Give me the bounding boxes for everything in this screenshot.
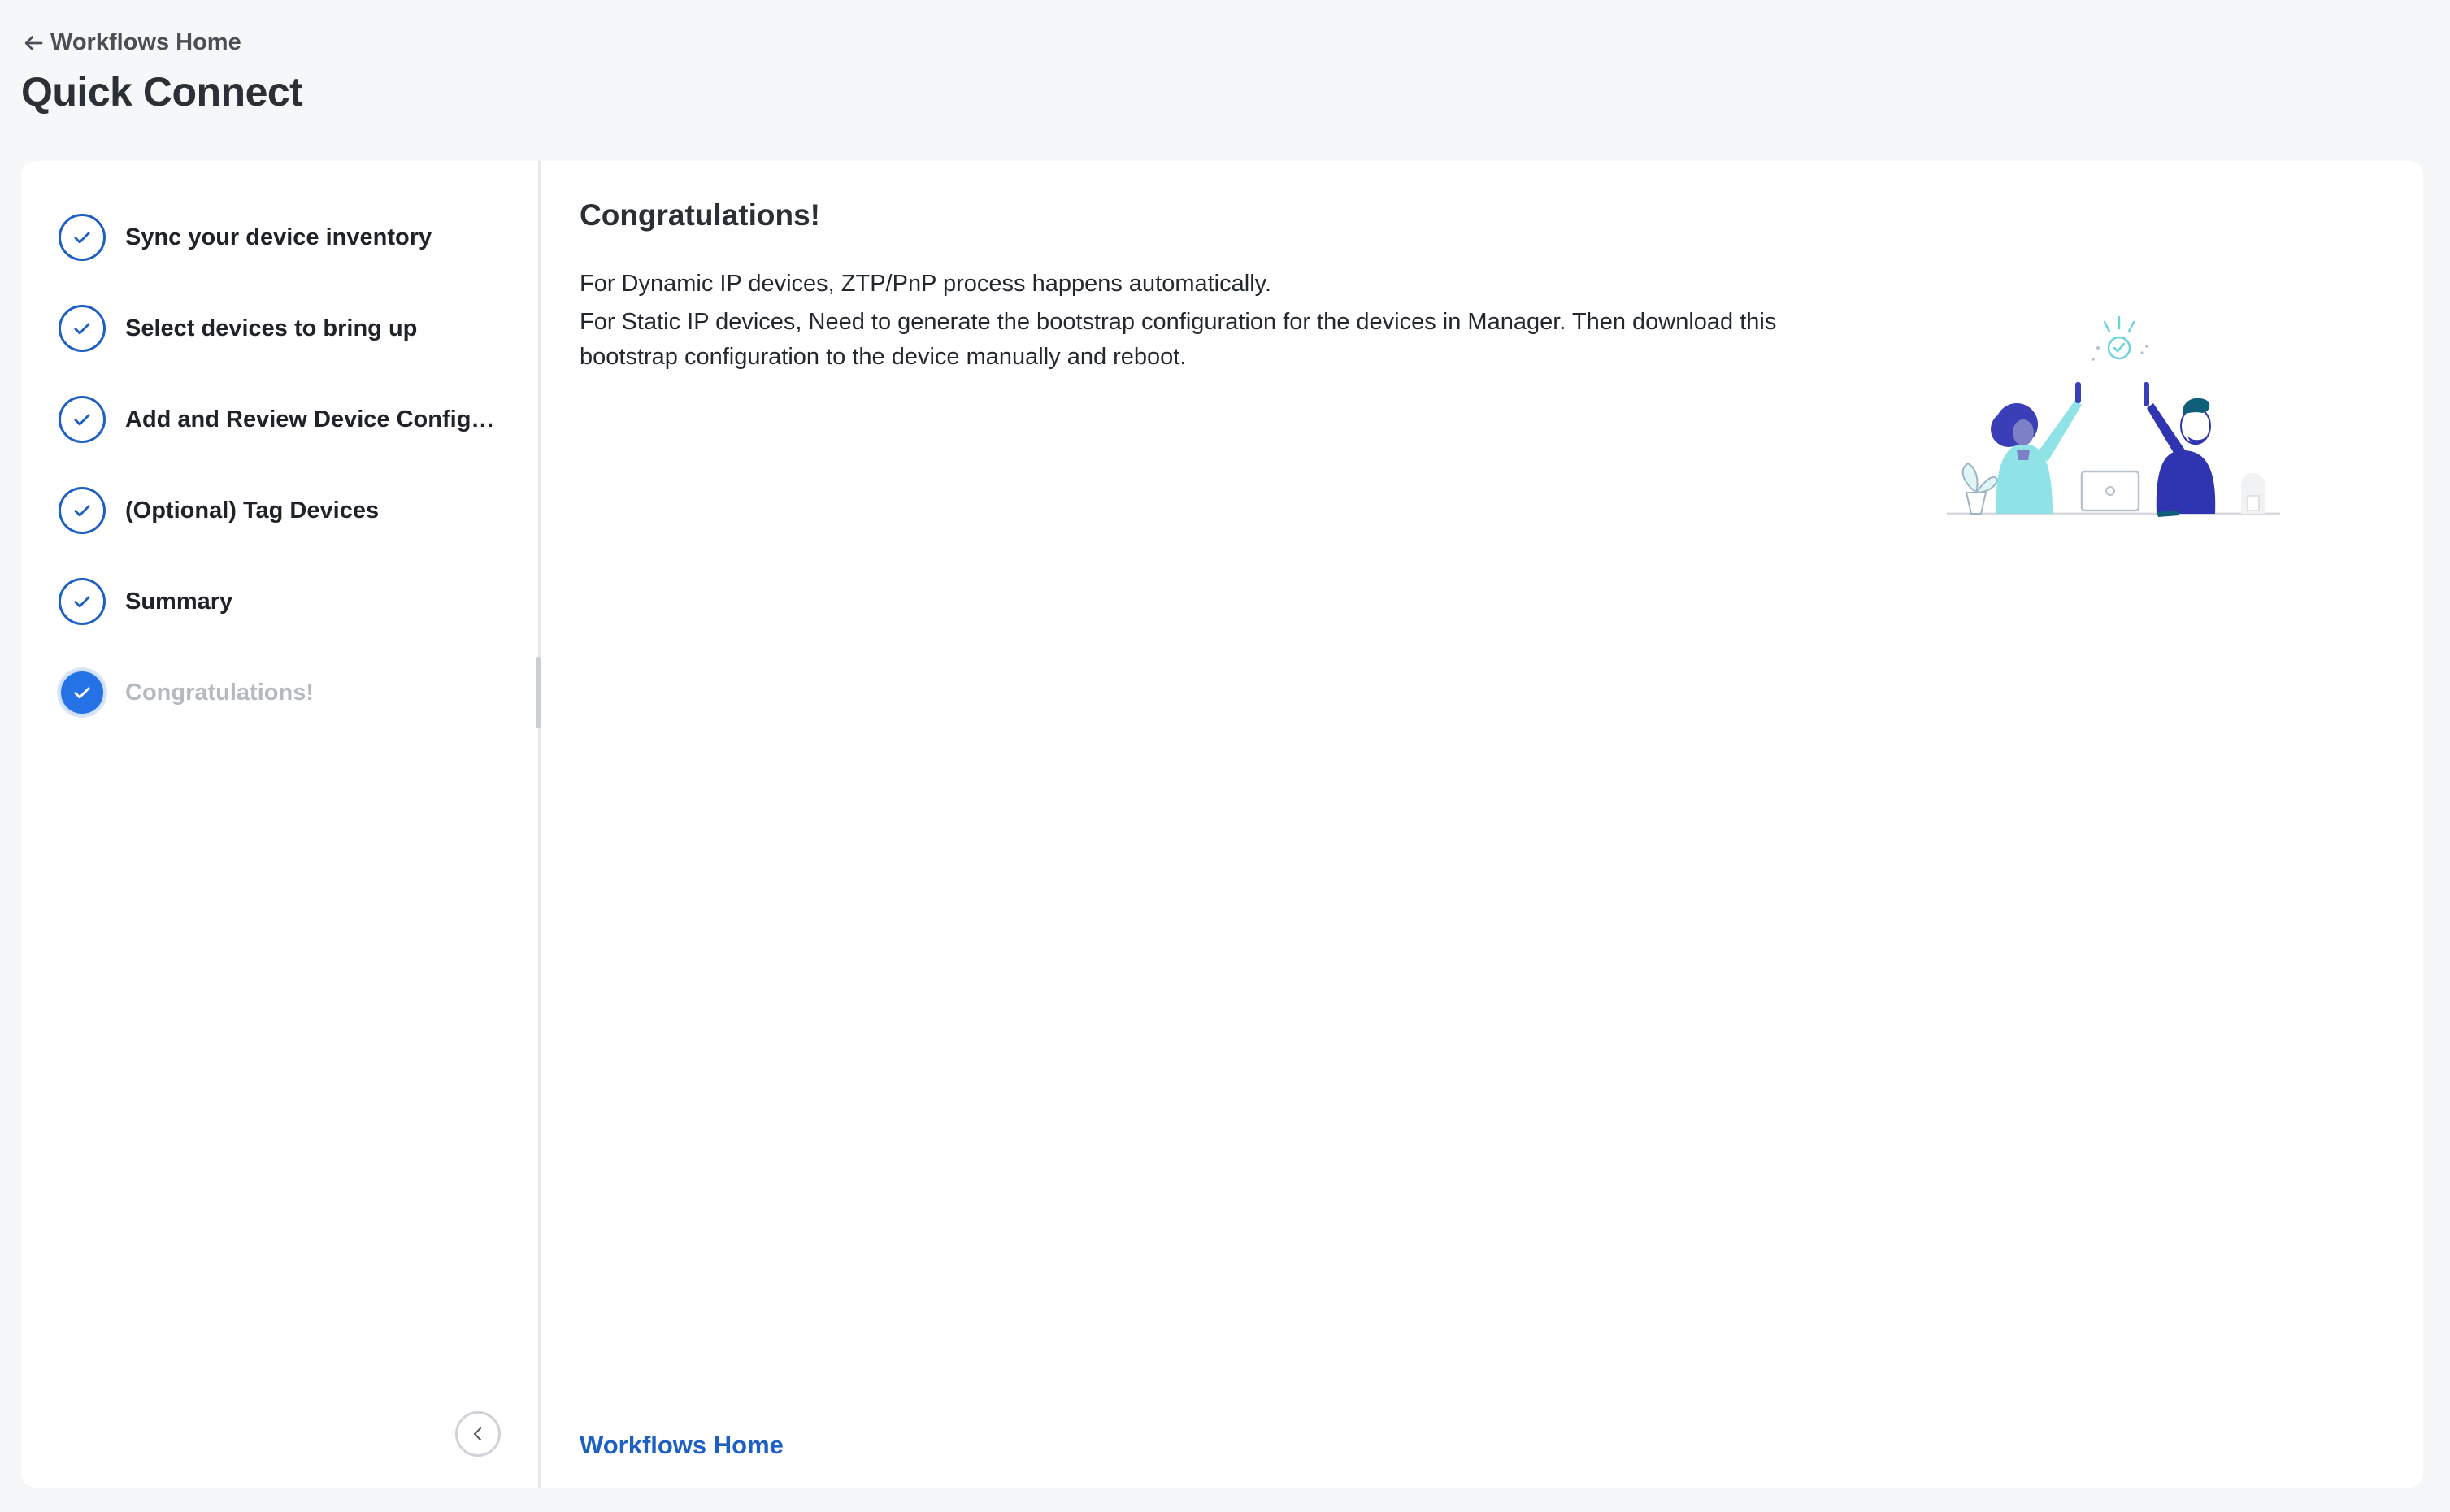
check-icon bbox=[74, 687, 90, 699]
step-status-circle-active bbox=[59, 669, 106, 716]
celebration-check-badge bbox=[2092, 315, 2148, 361]
step-congratulations[interactable]: Congratulations! bbox=[59, 668, 530, 717]
workflows-home-link[interactable]: Workflows Home bbox=[580, 1431, 784, 1460]
step-label: Select devices to bring up bbox=[125, 315, 418, 341]
check-icon bbox=[74, 323, 90, 335]
step-label: (Optional) Tag Devices bbox=[125, 497, 380, 524]
check-icon bbox=[74, 505, 90, 517]
check-icon bbox=[74, 596, 90, 608]
man-figure bbox=[2144, 382, 2216, 517]
arrow-left-icon bbox=[24, 35, 43, 50]
check-icon bbox=[74, 232, 90, 244]
dynamic-ip-text: For Dynamic IP devices, ZTP/PnP process … bbox=[580, 271, 1272, 297]
content-description: For Dynamic IP devices, ZTP/PnP process … bbox=[580, 267, 1848, 375]
laptop-illustration bbox=[2080, 470, 2140, 512]
main-content: Congratulations! For Dynamic IP devices,… bbox=[541, 161, 2423, 1488]
step-label: Sync your device inventory bbox=[125, 224, 432, 250]
chevron-left-icon bbox=[473, 1427, 482, 1441]
high-five-illustration bbox=[1947, 315, 2280, 517]
step-status-circle bbox=[59, 487, 106, 534]
mug-illustration bbox=[2241, 472, 2265, 514]
static-ip-text: For Static IP devices, Need to generate … bbox=[580, 309, 1777, 370]
step-sync-device-inventory[interactable]: Sync your device inventory bbox=[59, 213, 530, 262]
workflow-card: Sync your device inventory Select device… bbox=[21, 161, 2423, 1488]
step-status-circle bbox=[59, 305, 106, 352]
step-tag-devices[interactable]: (Optional) Tag Devices bbox=[59, 486, 530, 535]
step-add-review-device-configuration[interactable]: Add and Review Device Configur... bbox=[59, 395, 530, 444]
step-label: Congratulations! bbox=[125, 679, 314, 706]
step-label: Add and Review Device Configur... bbox=[125, 406, 507, 432]
steps-sidebar: Sync your device inventory Select device… bbox=[21, 161, 541, 1488]
content-title: Congratulations! bbox=[580, 198, 820, 232]
page-title: Quick Connect bbox=[21, 69, 303, 115]
plant-illustration bbox=[1961, 462, 1999, 515]
check-icon bbox=[74, 414, 90, 426]
step-label: Summary bbox=[125, 588, 233, 615]
collapse-sidebar-button[interactable] bbox=[455, 1411, 501, 1457]
step-status-circle bbox=[59, 396, 106, 443]
back-to-workflows-home-link[interactable]: Workflows Home bbox=[21, 29, 241, 56]
step-summary[interactable]: Summary bbox=[59, 577, 530, 626]
back-link-label: Workflows Home bbox=[50, 29, 241, 55]
woman-figure bbox=[1991, 382, 2082, 514]
step-status-circle bbox=[59, 578, 106, 625]
step-select-devices[interactable]: Select devices to bring up bbox=[59, 304, 530, 353]
step-status-circle bbox=[59, 214, 106, 261]
